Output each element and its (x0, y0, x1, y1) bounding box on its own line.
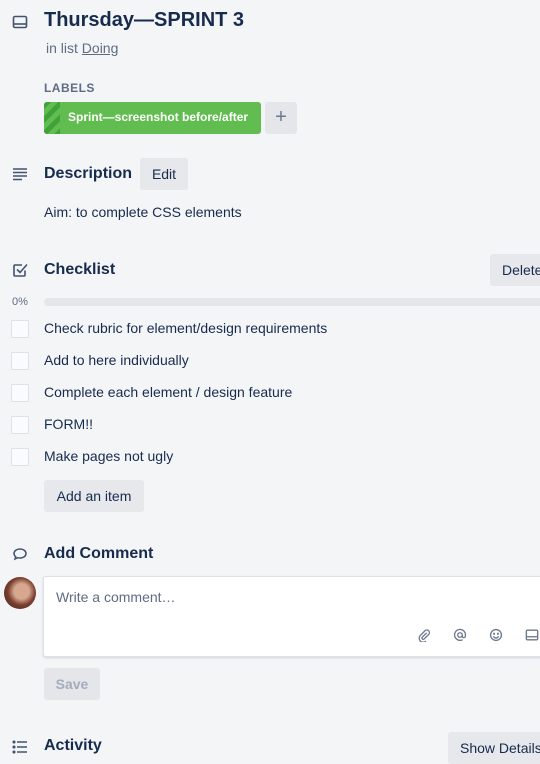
checklist-item-text[interactable]: Check rubric for element/design requirem… (44, 320, 327, 336)
checkbox[interactable] (11, 416, 29, 434)
show-details-button[interactable]: Show Details (448, 732, 540, 764)
checklist-title: Checklist (44, 261, 116, 278)
avatar[interactable] (4, 577, 36, 609)
card-icon[interactable] (524, 627, 540, 643)
card-icon (12, 14, 28, 30)
emoji-icon[interactable] (488, 627, 504, 643)
list-link[interactable]: Doing (82, 40, 119, 56)
comment-composer (43, 576, 540, 657)
mention-icon[interactable] (452, 627, 468, 643)
checklist-item: Make pages not ugly (0, 445, 540, 469)
checklist-item: Check rubric for element/design requirem… (0, 317, 540, 341)
add-comment-title: Add Comment (44, 545, 154, 562)
checklist-item: Add to here individually (0, 349, 540, 373)
label-text: Sprint—screenshot before/after (68, 110, 249, 124)
description-text[interactable]: Aim: to complete CSS elements (44, 204, 242, 220)
activity-icon (12, 739, 28, 755)
checklist-icon (12, 262, 28, 278)
list-prefix: in list (46, 40, 78, 56)
card-title[interactable]: Thursday—SPRINT 3 (44, 9, 244, 32)
checkbox[interactable] (11, 384, 29, 402)
delete-checklist-button[interactable]: Delete (490, 254, 540, 286)
attachment-icon[interactable] (416, 627, 432, 643)
checklist-item: FORM!! (0, 413, 540, 437)
description-title: Description (44, 165, 133, 182)
checkbox[interactable] (11, 320, 29, 338)
checkbox[interactable] (11, 352, 29, 370)
card-list-info: in list Doing (46, 40, 118, 56)
checklist-item: Complete each element / design feature (0, 381, 540, 405)
description-icon (12, 166, 28, 182)
checkbox[interactable] (11, 448, 29, 466)
activity-title: Activity (44, 737, 102, 754)
checklist-progress-percent: 0% (12, 296, 28, 308)
comment-icon (12, 546, 28, 562)
label-stripe (44, 102, 60, 134)
checklist-item-text[interactable]: Add to here individually (44, 352, 189, 368)
checklist-item-text[interactable]: FORM!! (44, 416, 93, 432)
labels-heading: LABELS (44, 81, 95, 95)
checklist-item-text[interactable]: Make pages not ugly (44, 448, 173, 464)
checklist-progress-bar (44, 298, 540, 306)
add-label-button[interactable]: + (265, 102, 297, 134)
add-checklist-item-button[interactable]: Add an item (44, 480, 144, 512)
checklist-item-text[interactable]: Complete each element / design feature (44, 384, 292, 400)
label-chip[interactable]: Sprint—screenshot before/after (44, 102, 261, 134)
comment-input[interactable] (54, 587, 528, 613)
save-comment-button[interactable]: Save (44, 668, 100, 700)
edit-description-button[interactable]: Edit (140, 158, 188, 190)
